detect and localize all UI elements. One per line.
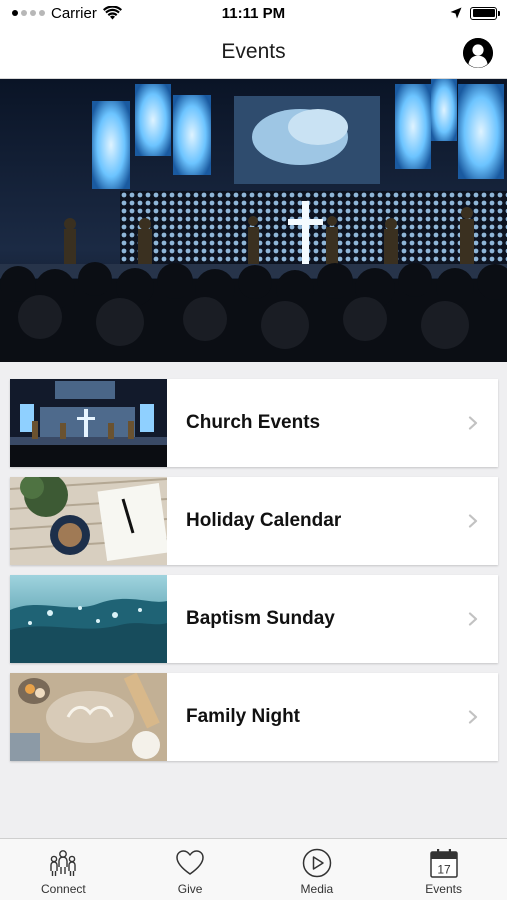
- event-title: Church Events: [186, 412, 321, 433]
- baking-family-photo: [10, 673, 167, 761]
- status-bar: Carrier 11:11 PM: [0, 0, 507, 26]
- event-thumbnail: [10, 379, 167, 467]
- page-title: Events: [221, 40, 286, 63]
- event-list: Church Events Holiday Calendar Baptism S…: [10, 379, 498, 771]
- tab-connect[interactable]: Connect: [0, 839, 127, 900]
- event-card-family-night[interactable]: Family Night: [10, 673, 498, 761]
- tab-label: Connect: [41, 882, 86, 896]
- chevron-right-icon: [468, 612, 478, 626]
- play-circle-icon: [302, 848, 332, 878]
- tab-events[interactable]: 17 Events: [380, 839, 507, 900]
- event-card-church-events[interactable]: Church Events: [10, 379, 498, 467]
- battery-icon: [470, 6, 500, 20]
- people-icon: [50, 850, 77, 876]
- chevron-right-icon: [468, 416, 478, 430]
- tab-media[interactable]: Media: [254, 839, 381, 900]
- navigation-bar: Events: [0, 26, 507, 79]
- heart-icon: [176, 850, 204, 875]
- water-splash-photo: [10, 575, 167, 663]
- chevron-right-icon: [468, 514, 478, 528]
- event-title: Holiday Calendar: [186, 510, 342, 531]
- event-thumbnail: [10, 673, 167, 761]
- event-thumbnail: [10, 575, 167, 663]
- tab-label: Media: [300, 882, 334, 896]
- carrier-label: Carrier: [51, 4, 97, 22]
- event-card-baptism-sunday[interactable]: Baptism Sunday: [10, 575, 498, 663]
- event-card-holiday-calendar[interactable]: Holiday Calendar: [10, 477, 498, 565]
- event-title: Baptism Sunday: [186, 608, 335, 629]
- worship-concert-photo: [0, 79, 507, 362]
- calendar-icon: 17: [429, 849, 458, 878]
- event-thumbnail: [10, 477, 167, 565]
- location-arrow-icon: [450, 7, 462, 19]
- tab-label: Events: [425, 882, 462, 896]
- tab-give[interactable]: Give: [127, 839, 254, 900]
- status-right: [450, 6, 500, 20]
- desk-notebook-coffee-photo: [10, 477, 167, 565]
- status-left: Carrier: [12, 5, 122, 22]
- tab-label: Give: [177, 882, 203, 896]
- hero-image: [0, 79, 507, 362]
- user-circle-icon: [463, 38, 493, 68]
- signal-icon: [12, 10, 45, 16]
- event-title: Family Night: [186, 706, 301, 727]
- tab-bar: Connect Give Media 17 Events: [0, 838, 507, 900]
- wifi-icon: [102, 6, 122, 20]
- chevron-right-icon: [468, 710, 478, 724]
- calendar-icon-day: 17: [437, 863, 451, 877]
- profile-button[interactable]: [463, 38, 493, 68]
- worship-stage-photo: [10, 379, 167, 467]
